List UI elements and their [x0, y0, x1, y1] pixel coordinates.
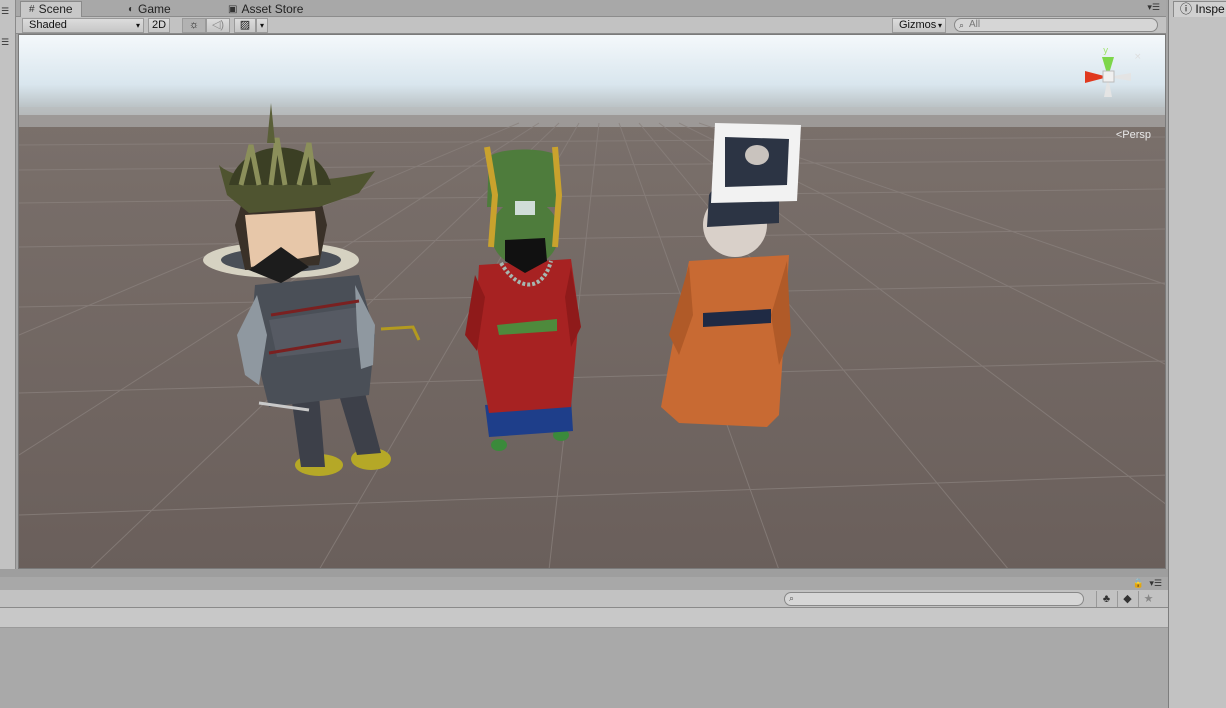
tab-scene[interactable]: # Scene — [20, 1, 82, 17]
toggle-2d-button[interactable]: 2D — [148, 18, 170, 33]
bottom-search-input[interactable]: ⌕ — [784, 592, 1084, 606]
filter-type-icon: ♣ — [1102, 593, 1111, 605]
game-controller-icon: ◐ — [128, 3, 135, 15]
tab-options-menu-icon[interactable]: ▾☰ — [1147, 2, 1160, 13]
menu-icon[interactable]: ☰ — [1, 38, 11, 47]
chevron-down-icon: ▾ — [135, 21, 140, 30]
scene-render — [19, 35, 1165, 568]
info-icon: ⓘ — [1180, 2, 1193, 16]
tab-asset-store-label: Asset Store — [241, 1, 304, 16]
store-bag-icon: ▣ — [228, 3, 238, 15]
lock-icon[interactable]: 🔒 — [1133, 578, 1144, 589]
scene-search-input[interactable]: ⌕ All — [954, 18, 1158, 32]
orientation-gizmo[interactable]: y × — [1073, 43, 1143, 113]
search-icon: ⌕ — [959, 20, 965, 30]
scene-grid-icon: # — [29, 4, 35, 15]
effects-dropdown[interactable]: ▾ — [256, 18, 268, 33]
filter-type-button[interactable]: ♣ — [1096, 591, 1116, 607]
bottom-panel-toolbar: ⌕ ♣ ◆ ★ — [0, 590, 1168, 608]
chevron-down-icon: ▾ — [259, 21, 264, 30]
bottom-panel-breadcrumb-row — [0, 608, 1168, 628]
gizmo-lock-icon[interactable]: × — [1134, 52, 1142, 62]
toggle-2d-label: 2D — [151, 19, 167, 31]
scene-viewport[interactable]: y × <Persp — [18, 34, 1166, 569]
tab-asset-store[interactable]: ▣ Asset Store — [220, 1, 311, 17]
favorites-button[interactable]: ★ — [1138, 591, 1158, 607]
audio-toggle-button[interactable]: ◁) — [206, 18, 230, 33]
sun-icon: ☼ — [188, 19, 200, 31]
projection-label: Persp — [1122, 129, 1151, 141]
inspector-panel: ⓘ Inspe — [1168, 0, 1226, 708]
shading-mode-dropdown[interactable]: Shaded ▾ — [22, 18, 144, 33]
scene-search-placeholder: All — [969, 19, 981, 30]
tag-icon: ◆ — [1123, 593, 1132, 605]
view-tab-bar: # Scene ◐ Game ▣ Asset Store ▾☰ — [16, 0, 1166, 17]
bottom-panel-content — [0, 628, 1168, 708]
lighting-toggle-button[interactable]: ☼ — [182, 18, 206, 33]
star-icon: ★ — [1143, 593, 1154, 605]
panel-splitter[interactable] — [0, 569, 1168, 577]
effects-toggle-button[interactable]: ▨ — [234, 18, 256, 33]
speaker-icon: ◁) — [211, 19, 225, 31]
shading-mode-value: Shaded — [29, 19, 67, 31]
bottom-panel-header: 🔒 ▾☰ — [0, 577, 1168, 590]
horizon-haze — [19, 107, 1165, 127]
projection-toggle[interactable]: <Persp — [1116, 129, 1151, 141]
gizmo-center-cube[interactable] — [1102, 70, 1115, 83]
tab-scene-label: Scene — [38, 2, 73, 16]
panel-menu-icon[interactable]: ▾☰ — [1149, 578, 1162, 589]
filter-label-button[interactable]: ◆ — [1117, 591, 1137, 607]
menu-icon[interactable]: ☰ — [1, 7, 11, 16]
tab-inspector[interactable]: ⓘ Inspe — [1173, 1, 1226, 17]
scene-toolbar: Shaded ▾ 2D ☼ ◁) ▨ ▾ Gizmos ▾ ⌕ All — [16, 17, 1166, 34]
gizmos-label: Gizmos — [899, 19, 937, 31]
tab-game-label: Game — [138, 1, 171, 16]
axis-y-label: y — [1103, 46, 1109, 56]
gizmos-dropdown[interactable]: Gizmos ▾ — [892, 18, 946, 33]
tab-inspector-label: Inspe — [1195, 2, 1225, 16]
left-panel-edge: ☰ ☰ — [0, 0, 16, 572]
search-icon: ⌕ — [789, 593, 795, 603]
chevron-down-icon: ▾ — [937, 21, 942, 30]
tab-game[interactable]: ◐ Game — [120, 1, 179, 17]
editor-window: ☰ ☰ # Scene ◐ Game ▣ Asset Store ▾☰ Shad… — [0, 0, 1226, 708]
image-icon: ▨ — [239, 19, 251, 31]
